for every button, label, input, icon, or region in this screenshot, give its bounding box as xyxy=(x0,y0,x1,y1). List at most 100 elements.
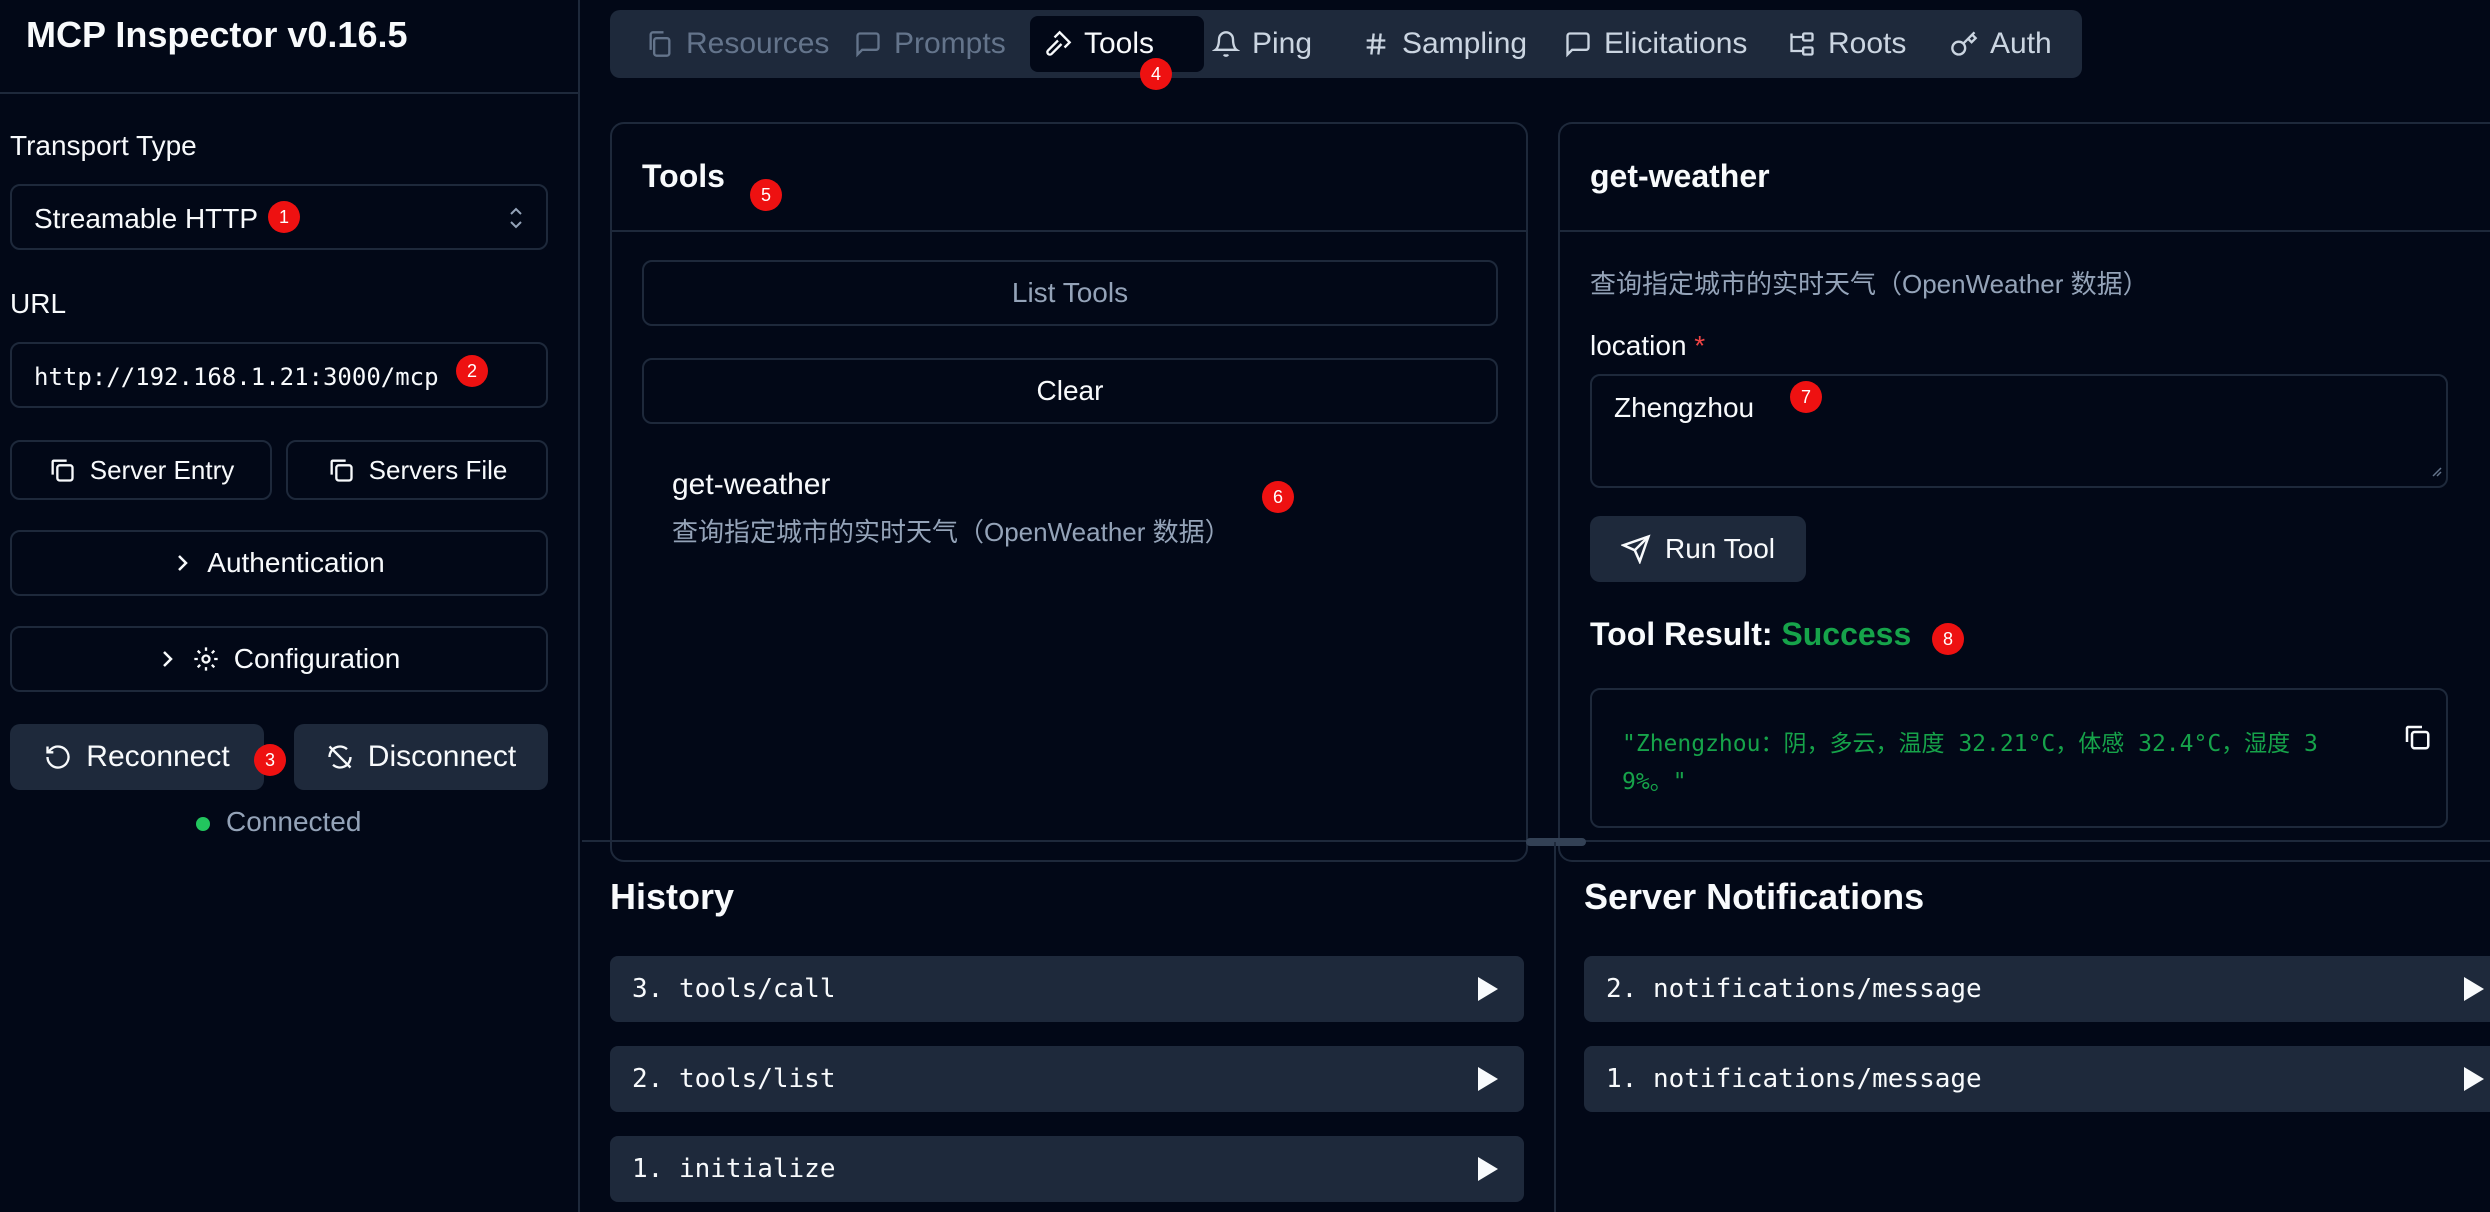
tool-result-heading: Tool Result: Success xyxy=(1590,616,1911,653)
tab-ping-label: Ping xyxy=(1252,27,1313,60)
location-param-label: location * xyxy=(1590,330,1705,362)
play-icon[interactable] xyxy=(2462,976,2486,1007)
tab-resources-label: Resources xyxy=(686,27,830,60)
annotation-badge-7: 7 xyxy=(1790,381,1822,413)
transport-type-label: Transport Type xyxy=(10,130,197,161)
notification-item-label: 1. notifications/message xyxy=(1606,1064,1982,1094)
tab-elicitations[interactable]: Elicitations xyxy=(1550,16,1761,72)
send-icon xyxy=(1620,534,1651,564)
required-asterisk: * xyxy=(1694,330,1706,361)
list-tools-label: List Tools xyxy=(1011,277,1129,308)
configuration-toggle[interactable]: Configuration xyxy=(10,626,548,692)
history-item[interactable]: 2. tools/list xyxy=(610,1046,1524,1112)
tool-detail-title: get-weather xyxy=(1590,158,1770,194)
tab-auth-label: Auth xyxy=(1990,27,2052,60)
reconnect-label: Reconnect xyxy=(86,740,230,773)
location-label-text: location xyxy=(1590,330,1687,361)
copy-result-icon[interactable] xyxy=(2402,722,2432,757)
key-icon xyxy=(1950,30,1978,58)
tab-auth[interactable]: Auth xyxy=(1936,16,2066,72)
tool-name: get-weather xyxy=(672,468,831,501)
app-title: MCP Inspector v0.16.5 xyxy=(26,14,408,55)
gear-icon xyxy=(192,645,220,673)
authentication-label: Authentication xyxy=(207,547,385,578)
clear-label: Clear xyxy=(1036,375,1104,406)
files-icon xyxy=(646,30,674,58)
url-label: URL xyxy=(10,288,67,319)
tab-prompts-label: Prompts xyxy=(894,27,1006,60)
play-icon[interactable] xyxy=(2462,1066,2486,1097)
unplug-icon xyxy=(326,743,354,771)
chevron-right-icon xyxy=(158,647,178,671)
hash-icon xyxy=(1362,30,1390,58)
list-tools-button[interactable]: List Tools xyxy=(642,260,1498,326)
tool-result-box: "Zhengzhou：阴，多云，温度 32.21°C，体感 32.4°C，湿度 … xyxy=(1590,688,2448,828)
folder-tree-icon xyxy=(1788,30,1816,58)
tab-sampling[interactable]: Sampling xyxy=(1348,16,1541,72)
authentication-toggle[interactable]: Authentication xyxy=(10,530,548,596)
configuration-label: Configuration xyxy=(233,643,401,674)
annotation-badge-4: 4 xyxy=(1140,58,1172,90)
history-item[interactable]: 1. initialize xyxy=(610,1136,1524,1202)
annotation-badge-1: 1 xyxy=(268,201,300,233)
annotation-badge-6: 6 xyxy=(1262,481,1294,513)
message-square-icon xyxy=(1564,30,1592,58)
disconnect-label: Disconnect xyxy=(367,740,517,773)
tab-sampling-label: Sampling xyxy=(1402,27,1528,60)
notification-item-label: 2. notifications/message xyxy=(1606,974,1982,1004)
url-value: http://192.168.1.21:3000/mcp xyxy=(34,363,439,391)
tab-ping[interactable]: Ping xyxy=(1198,16,1326,72)
panel-resize-handle[interactable] xyxy=(1526,838,1586,846)
tab-roots[interactable]: Roots xyxy=(1774,16,1920,72)
history-item-label: 1. initialize xyxy=(632,1154,836,1184)
history-title: History xyxy=(610,876,735,917)
clear-button[interactable]: Clear xyxy=(642,358,1498,424)
play-icon[interactable] xyxy=(1476,1066,1500,1097)
notification-item[interactable]: 2. notifications/message xyxy=(1584,956,2490,1022)
annotation-badge-5: 5 xyxy=(750,179,782,211)
run-tool-label: Run Tool xyxy=(1664,533,1775,564)
copy-icon xyxy=(327,456,355,484)
copy-icon xyxy=(48,456,76,484)
tools-panel: Tools List Tools Clear get-weather 查询指定城… xyxy=(610,122,1528,862)
history-item-label: 2. tools/list xyxy=(632,1064,836,1094)
history-item-label: 3. tools/call xyxy=(632,974,836,1004)
play-icon[interactable] xyxy=(1476,976,1500,1007)
history-item[interactable]: 3. tools/call xyxy=(610,956,1524,1022)
resize-grip-icon[interactable] xyxy=(2430,464,2442,482)
bell-icon xyxy=(1212,30,1240,58)
location-input-value: Zhengzhou xyxy=(1614,392,1755,423)
tool-detail-separator xyxy=(1560,230,2490,232)
tools-panel-title: Tools xyxy=(642,158,725,194)
connection-status: Connected xyxy=(226,806,362,837)
reconnect-button[interactable]: Reconnect xyxy=(10,724,264,790)
tool-list-item[interactable]: get-weather 查询指定城市的实时天气（OpenWeather 数据） xyxy=(642,454,1498,564)
location-input[interactable]: Zhengzhou xyxy=(1590,374,2448,488)
sidebar: MCP Inspector v0.16.5 Transport Type Str… xyxy=(0,0,580,1212)
tab-prompts[interactable]: Prompts xyxy=(840,16,1020,72)
tab-resources[interactable]: Resources xyxy=(632,16,843,72)
tool-detail-description: 查询指定城市的实时天气（OpenWeather 数据） xyxy=(1590,269,2149,299)
disconnect-button[interactable]: Disconnect xyxy=(294,724,548,790)
message-square-icon xyxy=(854,30,882,58)
servers-file-button[interactable]: Servers File xyxy=(286,440,548,500)
annotation-badge-2: 2 xyxy=(456,355,488,387)
tab-bar: Resources Prompts Tools Ping Sampling El… xyxy=(610,10,2082,78)
tool-result-text-line1: "Zhengzhou：阴，多云，温度 32.21°C，体感 32.4°C，湿度 … xyxy=(1622,731,2318,757)
run-tool-button[interactable]: Run Tool xyxy=(1590,516,1806,582)
tool-result-status: Success xyxy=(1781,616,1912,652)
status-dot xyxy=(196,817,210,831)
hammer-icon xyxy=(1044,30,1072,58)
tool-description: 查询指定城市的实时天气（OpenWeather 数据） xyxy=(672,517,1231,547)
play-icon[interactable] xyxy=(1476,1156,1500,1187)
notification-item[interactable]: 1. notifications/message xyxy=(1584,1046,2490,1112)
chevron-right-icon xyxy=(173,551,193,575)
rotate-ccw-icon xyxy=(44,743,72,771)
tool-result-text-line2: 9%。" xyxy=(1622,769,1687,795)
annotation-badge-3: 3 xyxy=(254,744,286,776)
tab-elicitations-label: Elicitations xyxy=(1604,27,1748,60)
tools-panel-separator xyxy=(612,230,1526,232)
server-entry-button[interactable]: Server Entry xyxy=(10,440,272,500)
server-entry-label: Server Entry xyxy=(89,454,235,485)
tab-tools[interactable]: Tools xyxy=(1030,16,1204,72)
